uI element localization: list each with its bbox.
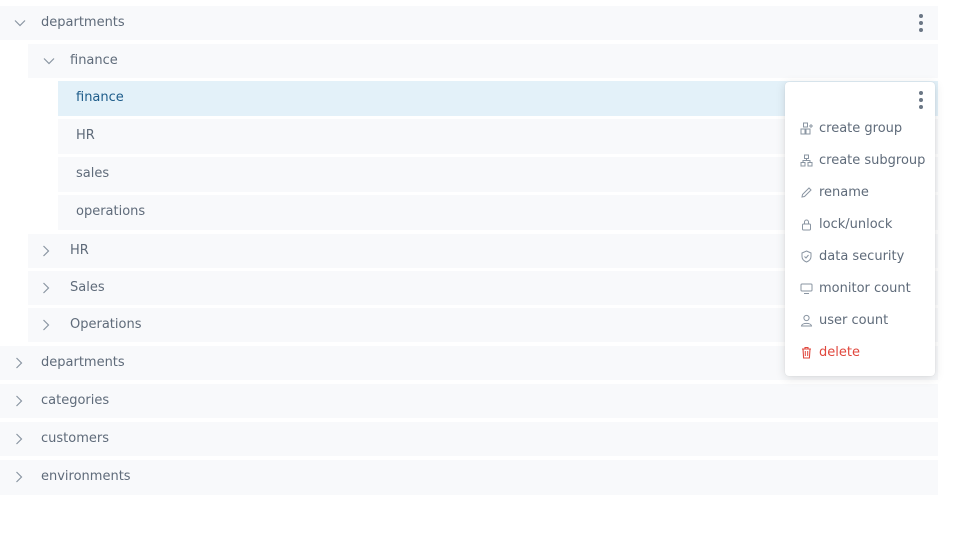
more-options-icon[interactable] — [914, 12, 928, 34]
tree-row-departments-expanded[interactable]: departments — [0, 6, 938, 40]
tree-leaf-label: sales — [76, 166, 110, 181]
tree-row-finance-group[interactable]: finance — [28, 44, 938, 78]
create-subgroup-icon — [799, 153, 813, 167]
tree-row-label: HR — [70, 243, 89, 258]
menu-item-label: user count — [819, 312, 889, 328]
tree-row-label: departments — [41, 15, 125, 30]
tree-row-label: departments — [41, 355, 125, 370]
chevron-right-icon[interactable] — [40, 319, 52, 331]
menu-item-rename[interactable]: rename — [785, 178, 935, 206]
chevron-right-icon[interactable] — [13, 471, 25, 483]
menu-item-label: rename — [819, 184, 869, 200]
menu-item-monitor-count[interactable]: monitor count — [785, 274, 935, 302]
menu-item-label: create subgroup — [819, 152, 926, 168]
menu-item-data-security[interactable]: data security — [785, 242, 935, 270]
more-options-icon[interactable] — [914, 89, 928, 111]
tree-row-environments[interactable]: environments — [0, 460, 938, 495]
tree-row-customers[interactable]: customers — [0, 422, 938, 456]
tree-row-categories[interactable]: categories — [0, 384, 938, 418]
lock-icon — [799, 217, 813, 231]
monitor-icon — [799, 281, 813, 295]
menu-item-delete[interactable]: delete — [785, 338, 935, 366]
tree-row-label: categories — [41, 393, 110, 408]
menu-item-label: lock/unlock — [819, 216, 893, 232]
menu-item-create-group[interactable]: create group — [785, 114, 935, 142]
tree-leaf-label: finance — [76, 90, 124, 105]
menu-item-label: delete — [819, 344, 860, 360]
context-menu: create group create subgroup rename lock… — [785, 82, 935, 376]
tree-row-label: environments — [41, 469, 131, 484]
shield-icon — [799, 249, 813, 263]
trash-icon — [799, 345, 813, 359]
tree-leaf-label: operations — [76, 204, 146, 219]
chevron-down-icon[interactable] — [43, 55, 55, 67]
chevron-right-icon[interactable] — [13, 433, 25, 445]
menu-item-label: data security — [819, 248, 905, 264]
tree-row-label: customers — [41, 431, 109, 446]
chevron-right-icon[interactable] — [13, 357, 25, 369]
chevron-right-icon[interactable] — [40, 245, 52, 257]
tree-row-label: Sales — [70, 280, 105, 295]
chevron-right-icon[interactable] — [13, 395, 25, 407]
chevron-down-icon[interactable] — [14, 17, 26, 29]
chevron-right-icon[interactable] — [40, 282, 52, 294]
menu-item-user-count[interactable]: user count — [785, 306, 935, 334]
tree-leaf-label: HR — [76, 128, 95, 143]
menu-item-label: monitor count — [819, 280, 911, 296]
menu-item-lock-unlock[interactable]: lock/unlock — [785, 210, 935, 238]
pencil-icon — [799, 185, 813, 199]
menu-item-label: create group — [819, 120, 903, 136]
tree-row-label: Operations — [70, 317, 142, 332]
tree-row-label: finance — [70, 53, 118, 68]
user-icon — [799, 313, 813, 327]
menu-item-create-subgroup[interactable]: create subgroup — [785, 146, 935, 174]
create-group-icon — [799, 121, 813, 135]
